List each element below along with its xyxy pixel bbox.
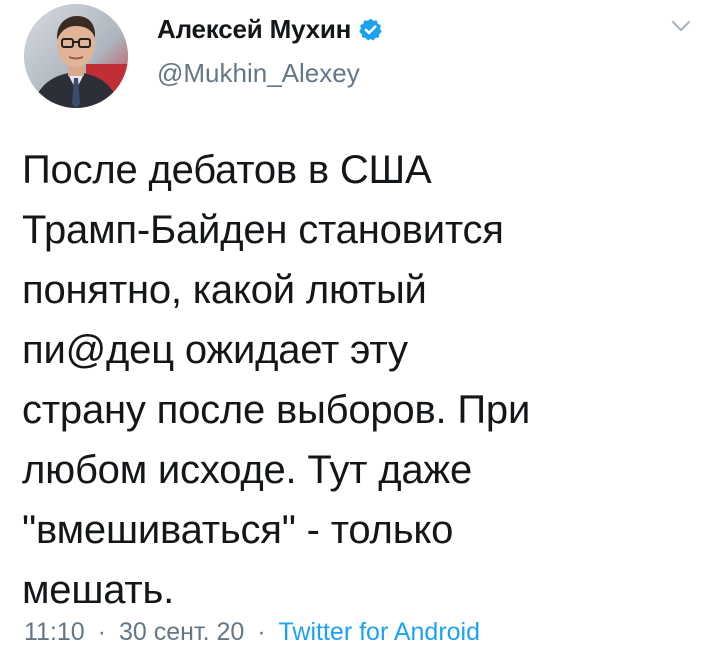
author-display-name[interactable]: Алексей Мухин: [157, 14, 351, 45]
avatar-photo: [24, 4, 128, 108]
tweet-source-link[interactable]: Twitter for Android: [279, 618, 480, 646]
meta-separator: ·: [97, 618, 106, 646]
meta-separator: ·: [257, 618, 266, 646]
tweet-date[interactable]: 30 сент. 20: [119, 618, 244, 646]
tweet-card: Алексей Мухин @Mukhin_Alexey После дебат…: [0, 0, 701, 652]
tweet-time[interactable]: 11:10: [24, 618, 85, 646]
tweet-meta: 11:10 · 30 сент. 20 · Twitter for Androi…: [24, 618, 480, 647]
author-handle[interactable]: @Mukhin_Alexey: [157, 58, 360, 89]
chevron-down-icon[interactable]: [670, 18, 692, 34]
verified-badge-icon: [358, 17, 383, 42]
avatar[interactable]: [24, 4, 128, 108]
author-name-row[interactable]: Алексей Мухин: [157, 14, 383, 44]
tweet-text: После дебатов в США Трамп-Байден станови…: [22, 148, 531, 612]
